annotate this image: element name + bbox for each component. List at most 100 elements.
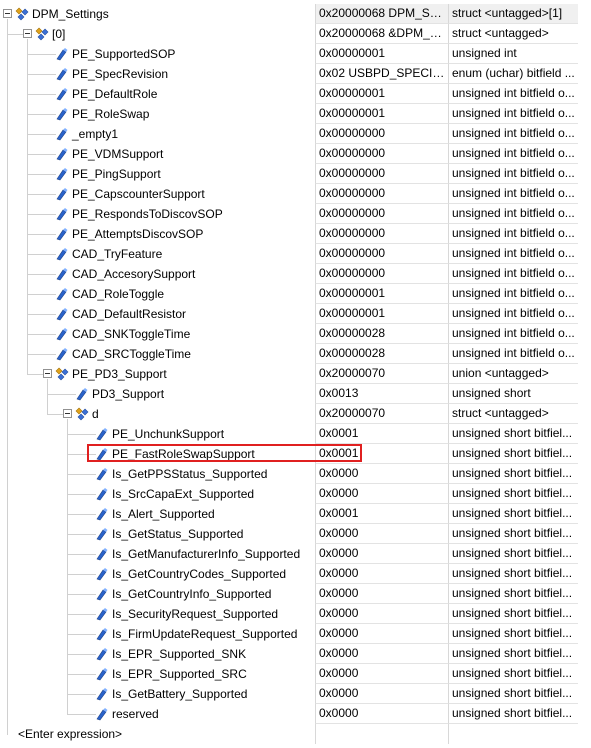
expression-cell[interactable]: Is_GetCountryInfo_Supported [0, 584, 315, 604]
vertical-scrollbar[interactable] [578, 0, 591, 748]
expression-cell[interactable]: Is_GetStatus_Supported [0, 524, 315, 544]
value-cell[interactable]: 0x02 USBPD_SPECIFIC... [315, 64, 448, 84]
value-cell[interactable]: 0x0000 [315, 544, 448, 564]
watch-row[interactable]: PD3_Support 0x0013 unsigned short [0, 384, 591, 404]
expression-cell[interactable]: PE_SupportedSOP [0, 44, 315, 64]
expression-cell[interactable]: CAD_AccesorySupport [0, 264, 315, 284]
expression-cell[interactable]: Is_GetBattery_Supported [0, 684, 315, 704]
value-cell[interactable]: 0x00000000 [315, 204, 448, 224]
watch-row[interactable]: Is_GetBattery_Supported 0x0000 unsigned sh… [0, 684, 591, 704]
expression-cell[interactable]: PE_CapscounterSupport [0, 184, 315, 204]
expression-cell[interactable]: Is_GetCountryCodes_Supported [0, 564, 315, 584]
value-cell[interactable]: 0x0013 [315, 384, 448, 404]
watch-row[interactable]: CAD_AccesorySupport 0x00000000 unsigned in… [0, 264, 591, 284]
watch-row[interactable]: Is_EPR_Supported_SRC 0x0000 unsigned short… [0, 664, 591, 684]
value-cell[interactable]: 0x00000028 [315, 324, 448, 344]
expression-cell[interactable]: PE_DefaultRole [0, 84, 315, 104]
expression-cell[interactable]: Is_SrcCapaExt_Supported [0, 484, 315, 504]
watch-row[interactable]: Is_GetStatus_Supported 0x0000 unsigned sho… [0, 524, 591, 544]
expression-cell[interactable]: PE_SpecRevision [0, 64, 315, 84]
value-cell[interactable]: 0x0001 [315, 504, 448, 524]
watch-row[interactable]: Is_GetPPSStatus_Supported 0x0000 unsigned … [0, 464, 591, 484]
expression-cell[interactable]: Is_Alert_Supported [0, 504, 315, 524]
value-cell[interactable]: 0x00000001 [315, 284, 448, 304]
expression-cell[interactable]: PE_RespondsToDiscovSOP [0, 204, 315, 224]
enter-expression-label[interactable]: <Enter expression> [18, 724, 122, 744]
expression-cell[interactable]: PE_AttemptsDiscovSOP [0, 224, 315, 244]
watch-row[interactable]: Is_GetManufacturerInfo_Supported 0x0000 un… [0, 544, 591, 564]
collapse-toggle-icon[interactable] [43, 369, 52, 378]
watch-row[interactable]: PE_AttemptsDiscovSOP 0x00000000 unsigned i… [0, 224, 591, 244]
expression-cell[interactable]: Is_GetManufacturerInfo_Supported [0, 544, 315, 564]
expression-cell[interactable]: CAD_DefaultResistor [0, 304, 315, 324]
watch-row[interactable]: PE_FastRoleSwapSupport 0x0001 unsigned sho… [0, 444, 591, 464]
value-cell[interactable]: 0x00000000 [315, 224, 448, 244]
watch-row[interactable]: Is_SecurityRequest_Supported 0x0000 unsign… [0, 604, 591, 624]
expression-cell[interactable]: Is_EPR_Supported_SRC [0, 664, 315, 684]
expression-cell[interactable]: CAD_RoleToggle [0, 284, 315, 304]
watch-row[interactable]: CAD_RoleToggle 0x00000001 unsigned int bit… [0, 284, 591, 304]
expression-cell[interactable]: d [0, 404, 315, 424]
value-cell[interactable]: 0x20000070 [315, 404, 448, 424]
value-cell[interactable]: 0x00000000 [315, 164, 448, 184]
value-cell[interactable]: 0x20000068 &DPM_Se... [315, 24, 448, 44]
value-cell[interactable]: 0x00000001 [315, 44, 448, 64]
value-cell[interactable]: 0x0000 [315, 564, 448, 584]
value-cell[interactable]: 0x0001 [315, 444, 448, 464]
value-cell[interactable]: 0x00000001 [315, 84, 448, 104]
watch-row[interactable]: Is_SrcCapaExt_Supported 0x0000 unsigned sh… [0, 484, 591, 504]
value-cell[interactable]: 0x0000 [315, 644, 448, 664]
expression-cell[interactable]: PE_VDMSupport [0, 144, 315, 164]
value-cell[interactable]: 0x00000001 [315, 304, 448, 324]
watch-row[interactable]: CAD_TryFeature 0x00000000 unsigned int bit… [0, 244, 591, 264]
value-cell[interactable]: 0x0000 [315, 464, 448, 484]
value-cell[interactable]: 0x0001 [315, 424, 448, 444]
value-cell[interactable]: 0x0000 [315, 524, 448, 544]
collapse-toggle-icon[interactable] [63, 409, 72, 418]
expression-cell[interactable]: Is_FirmUpdateRequest_Supported [0, 624, 315, 644]
watch-row[interactable]: PE_PingSupport 0x00000000 unsigned int bit… [0, 164, 591, 184]
watch-row[interactable]: Is_Alert_Supported 0x0001 unsigned short b… [0, 504, 591, 524]
watch-row[interactable]: PE_CapscounterSupport 0x00000000 unsigned … [0, 184, 591, 204]
value-cell[interactable]: 0x00000000 [315, 264, 448, 284]
collapse-toggle-icon[interactable] [23, 29, 32, 38]
value-cell[interactable]: 0x0000 [315, 684, 448, 704]
watch-row[interactable]: reserved 0x0000 unsigned short bitfiel... [0, 704, 591, 724]
expression-cell[interactable]: DPM_Settings [0, 4, 315, 24]
watch-row[interactable]: PE_SupportedSOP 0x00000001 unsigned int [0, 44, 591, 64]
watch-row[interactable]: Is_FirmUpdateRequest_Supported 0x0000 unsi… [0, 624, 591, 644]
watch-row[interactable]: CAD_SNKToggleTime 0x00000028 unsigned int … [0, 324, 591, 344]
expression-cell[interactable]: Is_SecurityRequest_Supported [0, 604, 315, 624]
expression-cell[interactable]: PE_FastRoleSwapSupport [0, 444, 315, 464]
value-cell[interactable]: 0x0000 [315, 664, 448, 684]
watch-row[interactable]: _empty1 0x00000000 unsigned int bitfield o… [0, 124, 591, 144]
expression-cell[interactable]: CAD_TryFeature [0, 244, 315, 264]
watch-row[interactable]: Is_EPR_Supported_SNK 0x0000 unsigned short… [0, 644, 591, 664]
value-cell[interactable]: 0x0000 [315, 704, 448, 724]
value-cell[interactable]: 0x00000000 [315, 244, 448, 264]
watch-row[interactable]: PE_DefaultRole 0x00000001 unsigned int bit… [0, 84, 591, 104]
watch-row[interactable]: CAD_SRCToggleTime 0x00000028 unsigned int … [0, 344, 591, 364]
expression-cell[interactable]: PE_UnchunkSupport [0, 424, 315, 444]
watch-row[interactable]: PE_UnchunkSupport 0x0001 unsigned short bi… [0, 424, 591, 444]
value-cell[interactable]: 0x20000068 DPM_Setti... [315, 4, 448, 24]
enter-expression-cell[interactable]: <Enter expression> [0, 724, 315, 744]
value-cell[interactable]: 0x0000 [315, 624, 448, 644]
expression-cell[interactable]: [0] [0, 24, 315, 44]
watch-row[interactable]: Is_GetCountryInfo_Supported 0x0000 unsigne… [0, 584, 591, 604]
value-cell[interactable]: 0x20000070 [315, 364, 448, 384]
watch-row[interactable]: PE_RespondsToDiscovSOP 0x00000000 unsigned… [0, 204, 591, 224]
value-cell[interactable]: 0x00000000 [315, 144, 448, 164]
value-cell[interactable]: 0x00000001 [315, 104, 448, 124]
watch-row[interactable]: Is_GetCountryCodes_Supported 0x0000 unsign… [0, 564, 591, 584]
watch-row[interactable]: CAD_DefaultResistor 0x00000001 unsigned in… [0, 304, 591, 324]
watch-row[interactable]: d 0x20000070 struct <untagged> [0, 404, 591, 424]
collapse-toggle-icon[interactable] [3, 9, 12, 18]
expression-cell[interactable]: PE_PingSupport [0, 164, 315, 184]
expression-cell[interactable]: PE_RoleSwap [0, 104, 315, 124]
expression-cell[interactable]: Is_EPR_Supported_SNK [0, 644, 315, 664]
watch-row[interactable]: PE_VDMSupport 0x00000000 unsigned int bitf… [0, 144, 591, 164]
watch-row[interactable]: PE_SpecRevision 0x02 USBPD_SPECIFIC... enu… [0, 64, 591, 84]
expression-cell[interactable]: reserved [0, 704, 315, 724]
value-cell[interactable]: 0x00000000 [315, 184, 448, 204]
